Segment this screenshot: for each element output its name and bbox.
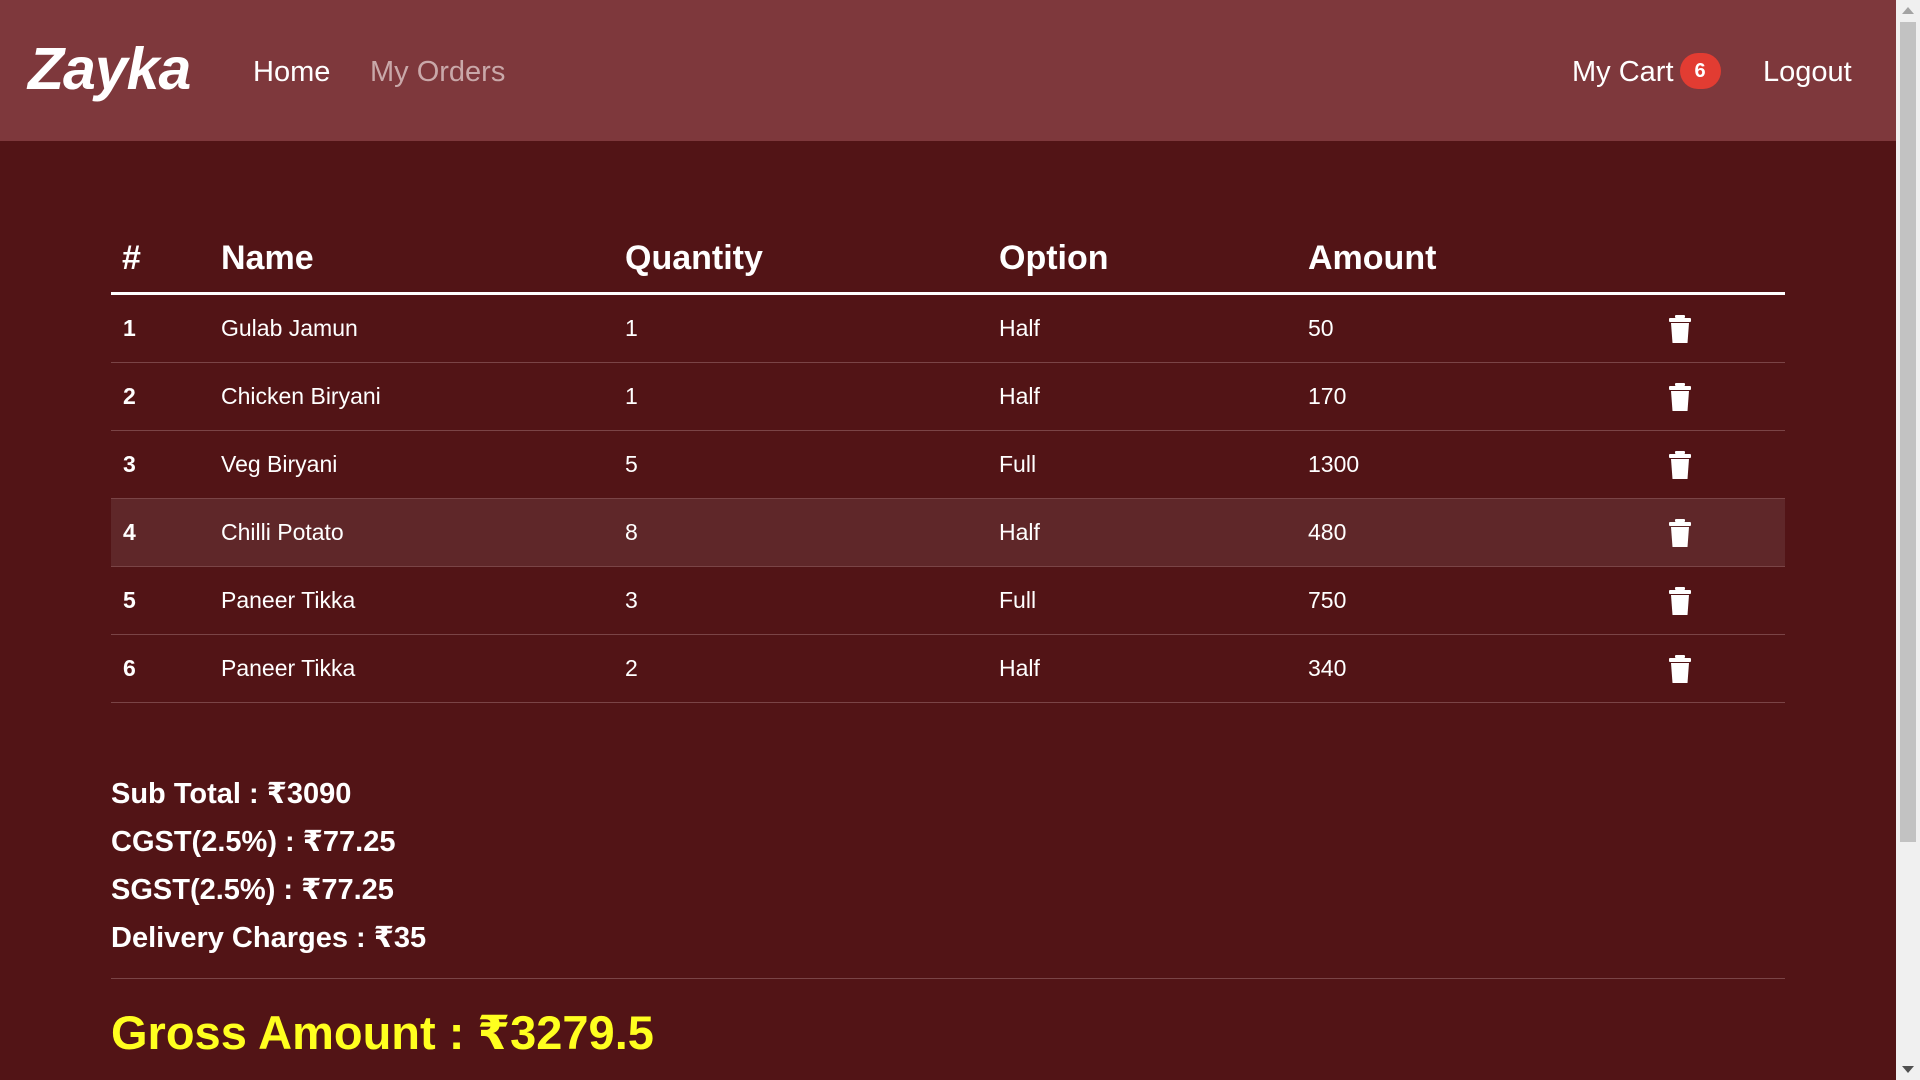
row-actions — [1667, 430, 1785, 499]
row-actions — [1667, 498, 1785, 567]
summary-divider — [111, 978, 1785, 979]
row-item-name: Paneer Tikka — [221, 634, 625, 703]
row-actions — [1667, 566, 1785, 635]
nav-my-cart-link[interactable]: My Cart 6 — [1572, 52, 1721, 92]
page: Zayka Home My Orders My Cart 6 Logout # N… — [0, 0, 1896, 1080]
row-amount: 340 — [1308, 634, 1667, 703]
row-quantity: 1 — [625, 293, 999, 363]
column-header-option: Option — [999, 224, 1308, 295]
table-row: 4 Chilli Potato 8 Half 480 — [111, 498, 1785, 567]
trash-icon[interactable] — [1667, 314, 1693, 344]
row-quantity: 3 — [625, 566, 999, 635]
navbar: Zayka Home My Orders My Cart 6 Logout — [0, 0, 1896, 141]
gross-amount: Gross Amount : ₹3279.5 — [111, 1006, 654, 1059]
row-amount: 750 — [1308, 566, 1667, 635]
row-amount: 170 — [1308, 362, 1667, 431]
trash-icon[interactable] — [1667, 382, 1693, 412]
table-row: 5 Paneer Tikka 3 Full 750 — [111, 566, 1785, 635]
delivery-charges: Delivery Charges : ₹35 — [111, 922, 427, 954]
cgst-amount: CGST(2.5%) : ₹77.25 — [111, 826, 396, 858]
row-quantity: 2 — [625, 634, 999, 703]
brand-logo[interactable]: Zayka — [28, 34, 191, 104]
row-number: 4 — [111, 498, 221, 567]
row-item-name: Paneer Tikka — [221, 566, 625, 635]
row-number: 1 — [111, 293, 221, 363]
order-summary: Sub Total : ₹3090 CGST(2.5%) : ₹77.25 SG… — [111, 770, 426, 962]
row-quantity: 8 — [625, 498, 999, 567]
row-amount: 1300 — [1308, 430, 1667, 499]
nav-home-link[interactable]: Home — [253, 52, 330, 92]
column-header-actions — [1667, 224, 1785, 295]
row-quantity: 1 — [625, 362, 999, 431]
row-amount: 50 — [1308, 293, 1667, 363]
row-item-name: Chilli Potato — [221, 498, 625, 567]
sgst-amount: SGST(2.5%) : ₹77.25 — [111, 874, 394, 906]
cart-count-badge: 6 — [1679, 53, 1721, 90]
row-number: 3 — [111, 430, 221, 499]
nav-my-orders-link[interactable]: My Orders — [370, 52, 505, 92]
row-number: 6 — [111, 634, 221, 703]
trash-icon[interactable] — [1667, 586, 1693, 616]
table-row: 2 Chicken Biryani 1 Half 170 — [111, 362, 1785, 431]
row-option: Full — [999, 430, 1308, 499]
row-item-name: Gulab Jamun — [221, 293, 625, 363]
row-option: Full — [999, 566, 1308, 635]
trash-icon[interactable] — [1667, 654, 1693, 684]
scroll-down-arrow-icon[interactable] — [1902, 1066, 1914, 1073]
column-header-number: # — [111, 224, 221, 295]
table-row: 6 Paneer Tikka 2 Half 340 — [111, 634, 1785, 703]
nav-logout-link[interactable]: Logout — [1763, 52, 1852, 92]
scrollbar-thumb[interactable] — [1900, 22, 1916, 842]
column-header-amount: Amount — [1308, 224, 1667, 295]
row-item-name: Veg Biryani — [221, 430, 625, 499]
row-amount: 480 — [1308, 498, 1667, 567]
table-row: 3 Veg Biryani 5 Full 1300 — [111, 430, 1785, 499]
row-option: Half — [999, 293, 1308, 363]
row-actions — [1667, 293, 1785, 363]
row-number: 2 — [111, 362, 221, 431]
trash-icon[interactable] — [1667, 518, 1693, 548]
column-header-name: Name — [221, 224, 625, 295]
cart-table: # Name Quantity Option Amount 1 Gulab Ja… — [111, 224, 1785, 703]
column-header-quantity: Quantity — [625, 224, 999, 295]
row-actions — [1667, 362, 1785, 431]
row-option: Half — [999, 498, 1308, 567]
row-item-name: Chicken Biryani — [221, 362, 625, 431]
sub-total: Sub Total : ₹3090 — [111, 778, 352, 810]
vertical-scrollbar[interactable] — [1896, 0, 1920, 1080]
row-option: Half — [999, 634, 1308, 703]
row-option: Half — [999, 362, 1308, 431]
row-number: 5 — [111, 566, 221, 635]
nav-my-cart-label: My Cart — [1572, 56, 1674, 88]
row-quantity: 5 — [625, 430, 999, 499]
row-actions — [1667, 634, 1785, 703]
scroll-up-arrow-icon[interactable] — [1902, 7, 1914, 14]
table-header-row: # Name Quantity Option Amount — [111, 224, 1785, 295]
trash-icon[interactable] — [1667, 450, 1693, 480]
table-row: 1 Gulab Jamun 1 Half 50 — [111, 293, 1785, 363]
